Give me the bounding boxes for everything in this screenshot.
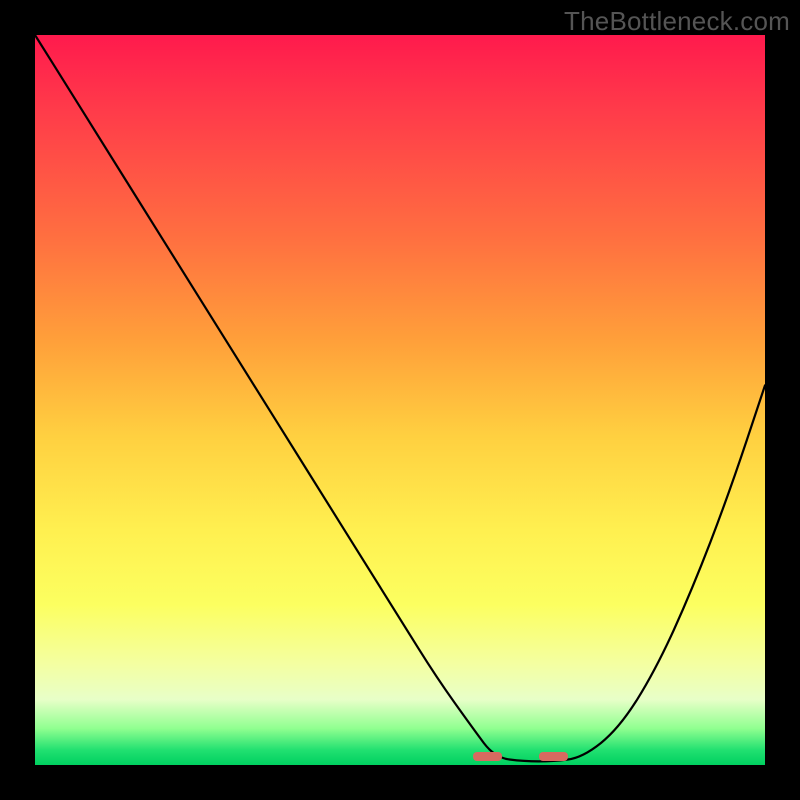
bottleneck-curve [35,35,765,765]
curve-path [35,35,765,761]
valley-marker [473,752,502,761]
valley-marker [539,752,568,761]
watermark-text: TheBottleneck.com [564,6,790,37]
chart-plot-area [35,35,765,765]
